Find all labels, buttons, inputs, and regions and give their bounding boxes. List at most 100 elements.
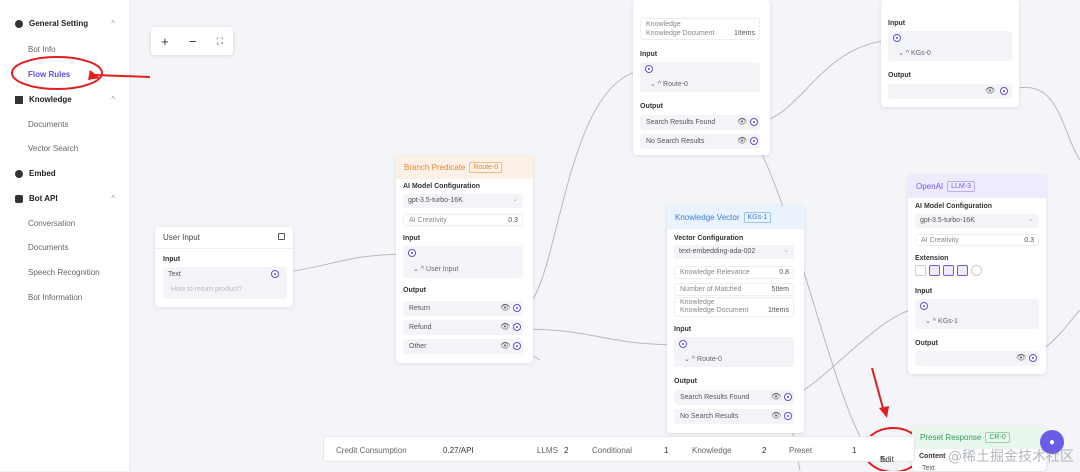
matched-field[interactable]: Number of Matched 5Item [674,283,794,296]
eye-icon[interactable]: 👁 [500,322,510,331]
llms-value: 2 [564,446,569,455]
sidebar: General Setting ^ Bot Info Flow Rules Kn… [0,0,130,471]
sidebar-section-bot-api[interactable]: Bot API ^ [15,194,115,203]
node-title: User Input [163,233,200,242]
output-port[interactable] [1000,87,1008,95]
node-header: Branch Predicate Route-0 [396,156,533,179]
calendar-icon[interactable] [915,265,926,276]
output-port[interactable] [784,412,792,420]
sidebar-section-general-setting[interactable]: General Setting ^ [15,19,115,28]
output-port[interactable] [1029,354,1037,362]
database-icon[interactable] [957,265,968,276]
eye-icon[interactable]: 👁 [771,392,781,401]
fit-view-button[interactable]: ⛶ [217,36,223,47]
model-value: gpt-3.5-turbo-16K [408,197,463,204]
sidebar-section-embed[interactable]: Embed [15,169,115,178]
preset-value: 1 [852,446,857,455]
sidebar-item-vector-search[interactable]: Vector Search [28,144,78,153]
branch-predicate-node[interactable]: Branch Predicate Route-0 AI Model Config… [396,156,533,363]
knowledge-label: Knowledge [692,446,732,455]
output-row: No Search Results 👁 [674,409,794,424]
chevron-down-icon: ⌄ [512,196,518,203]
output-row: Return 👁 [403,301,523,316]
credit-label: Credit Consumption [336,446,407,455]
vector-config-label: Vector Configuration [674,235,744,242]
connection-line [754,39,899,123]
input-source-text: KGs-0 [911,50,931,57]
input-port[interactable] [408,249,416,257]
node-title: Preset Response [920,433,982,442]
sidebar-item-bot-info[interactable]: Bot Info [28,45,56,54]
output-port[interactable] [513,323,521,331]
input-label: Input [674,326,692,333]
sidebar-section-knowledge[interactable]: Knowledge ^ [15,95,115,104]
search-icon[interactable] [943,265,954,276]
knowledge-doc-field: Knowledge Knowledge Document 1Items [640,18,760,40]
edit-label: Edit [880,455,894,464]
relevance-field[interactable]: Knowledge Relevance 0.8 [674,266,794,279]
ai-model-config-label: AI Model Configuration [915,203,992,210]
node-title: Knowledge Vector [675,213,740,222]
annotation-arrow [871,367,885,413]
sidebar-item-flow-rules[interactable]: Flow Rules [28,70,70,79]
sidebar-item-bot-information[interactable]: Bot Information [28,293,82,302]
chat-icon[interactable] [971,265,982,276]
input-port[interactable] [920,302,928,310]
knowledge-vector-node[interactable]: Knowledge Vector KGs-1 Vector Configurat… [667,206,804,433]
model-select[interactable]: gpt-3.5-turbo-16K ⌄ [403,194,523,208]
output-port[interactable] [750,137,758,145]
gear-icon [15,19,23,28]
input-port[interactable] [645,65,653,73]
output-port[interactable] [271,270,279,278]
eye-icon[interactable]: 👁 [985,86,995,95]
zoom-out-button[interactable]: − [189,34,197,49]
input-port[interactable] [679,340,687,348]
eye-icon[interactable]: 👁 [500,341,510,350]
phone-icon[interactable] [929,265,940,276]
sidebar-item-documents[interactable]: Documents [28,120,68,129]
knowledge-doc-field: Knowledge Knowledge Document 1Items [674,297,794,317]
output-port[interactable] [513,342,521,350]
chevron-up-icon: ^ [111,194,115,203]
zoom-in-button[interactable]: + [161,34,169,49]
input-port[interactable] [893,34,901,42]
knowledge-vector-node-top[interactable]: Knowledge Knowledge Document 1Items Inpu… [633,0,770,155]
node-title: OpenAI [916,182,944,191]
creativity-field[interactable]: AI Creativity 0.3 [403,214,523,226]
eye-icon[interactable]: 👁 [737,136,747,145]
connection-line [789,306,925,399]
eye-icon[interactable]: 👁 [771,411,781,420]
extension-icons [915,265,982,276]
sidebar-item-speech-recognition[interactable]: Speech Recognition [28,268,100,277]
input-label: Input [888,20,906,27]
embedding-model-select[interactable]: text-embedding-ada-002 ⌄ [674,245,794,259]
output-port[interactable] [513,304,521,312]
knowledge-doc-value: 1Items [767,307,789,314]
sidebar-item-conversation[interactable]: Conversation [28,219,75,228]
eye-icon[interactable]: 👁 [500,303,510,312]
knowledge-label: Knowledge [646,21,681,28]
knowledge-doc-label: Knowledge Document [680,307,749,314]
output-port[interactable] [750,118,758,126]
conditional-value: 1 [664,446,669,455]
creativity-field[interactable]: AI Creativity 0.3 [915,234,1039,246]
right-top-node[interactable]: Input ⌄ ^ KGs-0 Output 👁 [881,0,1019,107]
sidebar-label: Embed [29,169,56,178]
eye-icon[interactable]: 👁 [1016,353,1026,362]
sidebar-item-documents-api[interactable]: Documents [28,243,68,252]
eye-icon[interactable]: 👁 [737,117,747,126]
credit-value: 0.27/API [443,446,474,455]
user-input-node[interactable]: User Input Input Text How to return prod… [155,227,293,307]
model-select[interactable]: gpt-3.5-turbo-16K ⌄ [915,214,1039,228]
zoom-controls: + − ⛶ [151,27,233,55]
input-label: Input [163,256,181,263]
robot-icon [15,194,23,203]
node-tag: CR-0 [985,432,1010,443]
output-row: 👁 [915,351,1039,366]
output-port[interactable] [784,393,792,401]
output-label: Output [888,72,911,79]
sidebar-label: General Setting [29,19,89,28]
openai-node[interactable]: OpenAI LLM-3 AI Model Configuration gpt-… [908,175,1046,374]
output-return: Return [409,305,431,312]
output-refund: Refund [409,324,432,331]
